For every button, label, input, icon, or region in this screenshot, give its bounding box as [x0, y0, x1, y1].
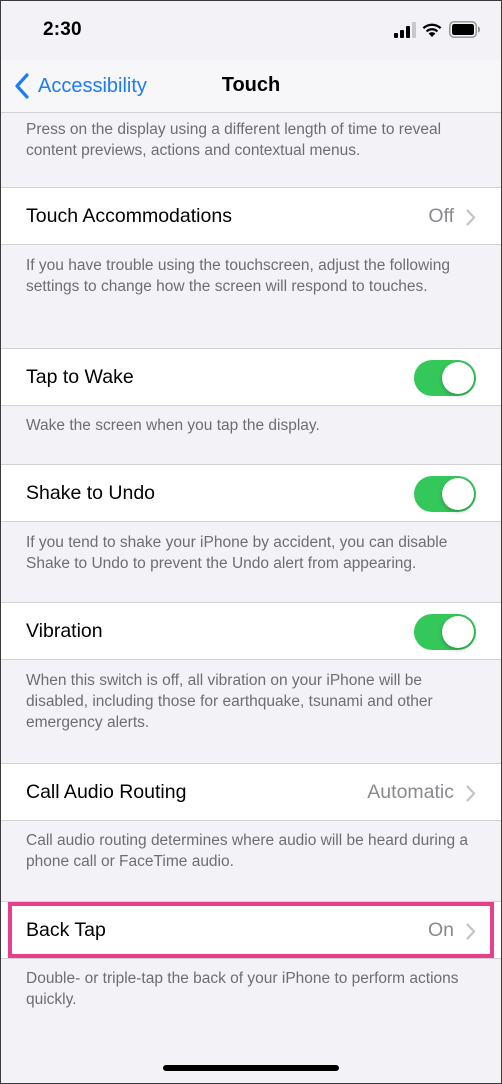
- toggle-knob: [442, 362, 474, 394]
- tap-to-wake-toggle[interactable]: [414, 360, 476, 396]
- navigation-bar: Accessibility Touch: [0, 60, 502, 113]
- back-tap-footer: Double- or triple-tap the back of your i…: [26, 970, 459, 1008]
- touch-accommodations-row[interactable]: Touch Accommodations Off: [0, 187, 502, 245]
- tap-to-wake-footer: Wake the screen when you tap the display…: [26, 417, 320, 434]
- touch-accommodations-label: Touch Accommodations: [26, 205, 232, 227]
- shake-to-undo-row: Shake to Undo: [0, 464, 502, 522]
- back-tap-label: Back Tap: [26, 919, 106, 941]
- status-bar: 2:30: [0, 0, 502, 60]
- tap-to-wake-row: Tap to Wake: [0, 348, 502, 406]
- chevron-right-icon: [466, 923, 476, 940]
- vibration-row: Vibration: [0, 602, 502, 660]
- home-indicator: [163, 1065, 339, 1071]
- shake-to-undo-label: Shake to Undo: [26, 482, 156, 504]
- shake-to-undo-footer: If you tend to shake your iPhone by acci…: [26, 534, 448, 572]
- page-title: Touch: [221, 74, 281, 96]
- call-audio-routing-value: Automatic: [367, 781, 454, 803]
- signal-icon: [394, 22, 416, 38]
- vibration-footer: When this switch is off, all vibration o…: [26, 672, 433, 731]
- chevron-right-icon: [466, 785, 476, 802]
- wifi-icon: [422, 23, 442, 37]
- shake-to-undo-toggle[interactable]: [414, 476, 476, 512]
- vibration-label: Vibration: [26, 620, 103, 642]
- call-audio-routing-row[interactable]: Call Audio Routing Automatic: [0, 763, 502, 821]
- tap-to-wake-label: Tap to Wake: [26, 366, 134, 388]
- touch-accommodations-footer: If you have trouble using the touchscree…: [26, 257, 450, 295]
- call-audio-routing-label: Call Audio Routing: [26, 781, 187, 803]
- toggle-knob: [442, 478, 474, 510]
- battery-icon: [449, 21, 480, 38]
- status-time: 2:30: [43, 19, 82, 40]
- call-audio-routing-footer: Call audio routing determines where audi…: [26, 832, 469, 870]
- haptic-touch-footer: Press on the display using a different l…: [26, 121, 442, 159]
- touch-accommodations-value: Off: [428, 205, 454, 227]
- back-tap-row[interactable]: Back Tap On: [0, 901, 502, 959]
- chevron-right-icon: [466, 209, 476, 226]
- back-tap-value: On: [427, 919, 454, 941]
- vibration-toggle[interactable]: [414, 614, 476, 650]
- toggle-knob: [442, 616, 474, 648]
